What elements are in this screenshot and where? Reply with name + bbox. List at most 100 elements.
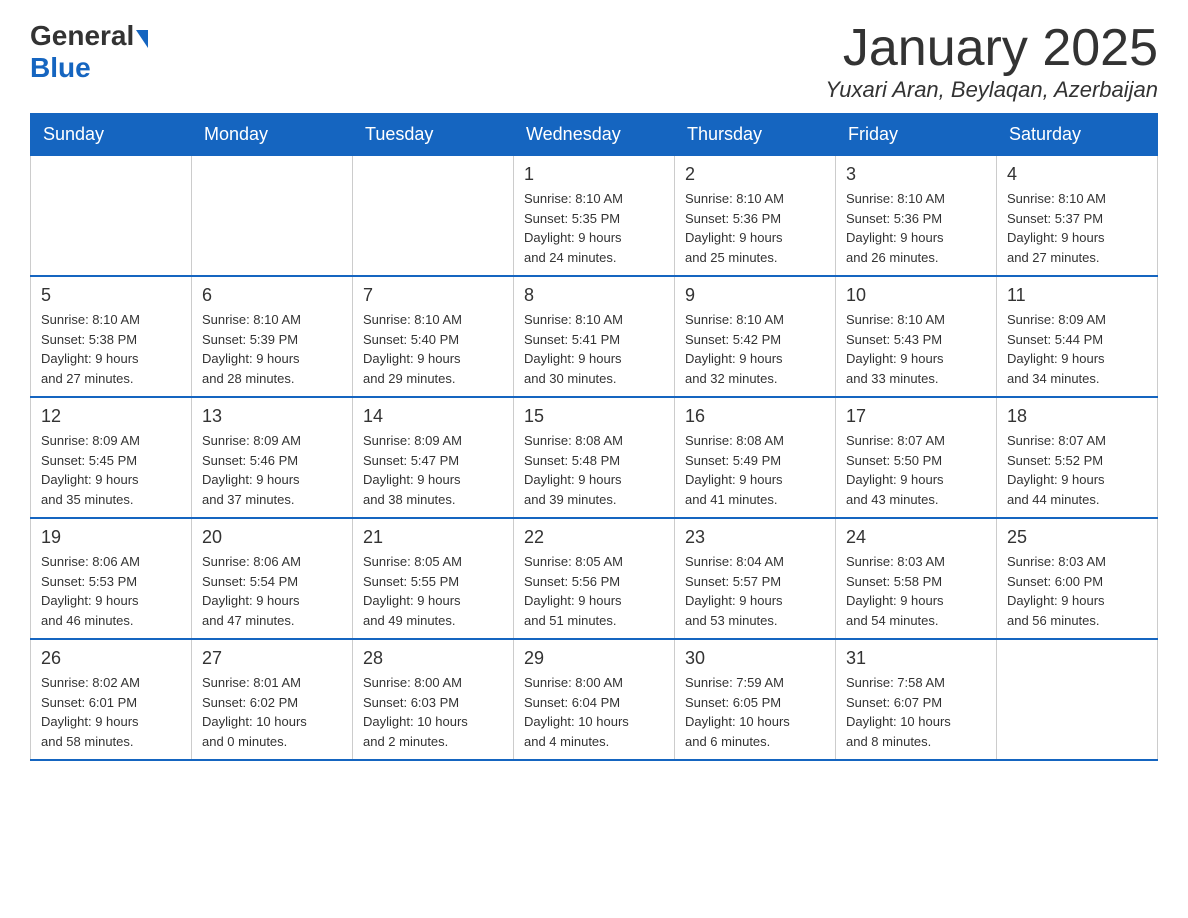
day-info: Sunrise: 8:09 AM Sunset: 5:46 PM Dayligh… (202, 431, 342, 509)
day-number: 21 (363, 527, 503, 548)
calendar-cell: 1 Sunrise: 8:10 AM Sunset: 5:35 PM Daylig… (514, 156, 675, 277)
day-number: 27 (202, 648, 342, 669)
day-info: Sunrise: 8:07 AM Sunset: 5:52 PM Dayligh… (1007, 431, 1147, 509)
calendar-cell: 29 Sunrise: 8:00 AM Sunset: 6:04 PM Dayli… (514, 639, 675, 760)
day-info: Sunrise: 8:00 AM Sunset: 6:04 PM Dayligh… (524, 673, 664, 751)
day-info: Sunrise: 8:09 AM Sunset: 5:47 PM Dayligh… (363, 431, 503, 509)
calendar-cell: 21 Sunrise: 8:05 AM Sunset: 5:55 PM Dayli… (353, 518, 514, 639)
day-info: Sunrise: 8:06 AM Sunset: 5:53 PM Dayligh… (41, 552, 181, 630)
calendar-cell: 5Sunrise: 8:10 AM Sunset: 5:38 PM Daylig… (31, 276, 192, 397)
calendar-week-1: 1 Sunrise: 8:10 AM Sunset: 5:35 PM Daylig… (31, 156, 1158, 277)
day-number: 11 (1007, 285, 1147, 306)
day-info: Sunrise: 8:00 AM Sunset: 6:03 PM Dayligh… (363, 673, 503, 751)
day-number: 9 (685, 285, 825, 306)
calendar-cell: 28 Sunrise: 8:00 AM Sunset: 6:03 PM Dayli… (353, 639, 514, 760)
day-info: Sunrise: 8:02 AM Sunset: 6:01 PM Dayligh… (41, 673, 181, 751)
day-number: 18 (1007, 406, 1147, 427)
calendar-cell (997, 639, 1158, 760)
calendar-subtitle: Yuxari Aran, Beylaqan, Azerbaijan (825, 77, 1158, 103)
logo-general-text: General (30, 20, 134, 52)
day-number: 26 (41, 648, 181, 669)
calendar-cell: 13 Sunrise: 8:09 AM Sunset: 5:46 PM Dayli… (192, 397, 353, 518)
day-header-friday: Friday (836, 114, 997, 156)
calendar-cell: 18 Sunrise: 8:07 AM Sunset: 5:52 PM Dayli… (997, 397, 1158, 518)
calendar-cell (192, 156, 353, 277)
calendar-cell: 15Sunrise: 8:08 AM Sunset: 5:48 PM Dayli… (514, 397, 675, 518)
day-info: Sunrise: 8:10 AM Sunset: 5:42 PM Dayligh… (685, 310, 825, 388)
calendar-cell: 10Sunrise: 8:10 AM Sunset: 5:43 PM Dayli… (836, 276, 997, 397)
calendar-cell: 12 Sunrise: 8:09 AM Sunset: 5:45 PM Dayli… (31, 397, 192, 518)
title-section: January 2025 Yuxari Aran, Beylaqan, Azer… (825, 20, 1158, 103)
day-number: 3 (846, 164, 986, 185)
calendar-cell: 31 Sunrise: 7:58 AM Sunset: 6:07 PM Dayli… (836, 639, 997, 760)
calendar-cell: 11 Sunrise: 8:09 AM Sunset: 5:44 PM Dayli… (997, 276, 1158, 397)
day-header-sunday: Sunday (31, 114, 192, 156)
calendar-cell: 4Sunrise: 8:10 AM Sunset: 5:37 PM Daylig… (997, 156, 1158, 277)
day-info: Sunrise: 8:10 AM Sunset: 5:41 PM Dayligh… (524, 310, 664, 388)
day-number: 24 (846, 527, 986, 548)
day-header-wednesday: Wednesday (514, 114, 675, 156)
calendar-cell: 24 Sunrise: 8:03 AM Sunset: 5:58 PM Dayli… (836, 518, 997, 639)
calendar-week-3: 12 Sunrise: 8:09 AM Sunset: 5:45 PM Dayli… (31, 397, 1158, 518)
day-number: 12 (41, 406, 181, 427)
calendar-cell: 22Sunrise: 8:05 AM Sunset: 5:56 PM Dayli… (514, 518, 675, 639)
calendar-cell: 20 Sunrise: 8:06 AM Sunset: 5:54 PM Dayli… (192, 518, 353, 639)
calendar-cell: 25 Sunrise: 8:03 AM Sunset: 6:00 PM Dayli… (997, 518, 1158, 639)
day-number: 7 (363, 285, 503, 306)
calendar-cell: 27 Sunrise: 8:01 AM Sunset: 6:02 PM Dayli… (192, 639, 353, 760)
calendar-cell: 26 Sunrise: 8:02 AM Sunset: 6:01 PM Dayli… (31, 639, 192, 760)
calendar-body: 1 Sunrise: 8:10 AM Sunset: 5:35 PM Daylig… (31, 156, 1158, 761)
day-info: Sunrise: 8:08 AM Sunset: 5:48 PM Dayligh… (524, 431, 664, 509)
day-number: 16 (685, 406, 825, 427)
calendar-cell: 3 Sunrise: 8:10 AM Sunset: 5:36 PM Daylig… (836, 156, 997, 277)
day-header-thursday: Thursday (675, 114, 836, 156)
day-info: Sunrise: 8:09 AM Sunset: 5:44 PM Dayligh… (1007, 310, 1147, 388)
day-header-saturday: Saturday (997, 114, 1158, 156)
calendar-header: SundayMondayTuesdayWednesdayThursdayFrid… (31, 114, 1158, 156)
day-info: Sunrise: 7:58 AM Sunset: 6:07 PM Dayligh… (846, 673, 986, 751)
day-number: 28 (363, 648, 503, 669)
day-number: 19 (41, 527, 181, 548)
calendar-week-5: 26 Sunrise: 8:02 AM Sunset: 6:01 PM Dayli… (31, 639, 1158, 760)
day-number: 1 (524, 164, 664, 185)
day-number: 14 (363, 406, 503, 427)
day-info: Sunrise: 8:09 AM Sunset: 5:45 PM Dayligh… (41, 431, 181, 509)
day-header-row: SundayMondayTuesdayWednesdayThursdayFrid… (31, 114, 1158, 156)
calendar-week-2: 5Sunrise: 8:10 AM Sunset: 5:38 PM Daylig… (31, 276, 1158, 397)
day-number: 31 (846, 648, 986, 669)
day-number: 13 (202, 406, 342, 427)
day-info: Sunrise: 8:06 AM Sunset: 5:54 PM Dayligh… (202, 552, 342, 630)
day-info: Sunrise: 8:08 AM Sunset: 5:49 PM Dayligh… (685, 431, 825, 509)
day-number: 6 (202, 285, 342, 306)
day-info: Sunrise: 8:03 AM Sunset: 5:58 PM Dayligh… (846, 552, 986, 630)
day-info: Sunrise: 8:03 AM Sunset: 6:00 PM Dayligh… (1007, 552, 1147, 630)
day-number: 4 (1007, 164, 1147, 185)
day-number: 22 (524, 527, 664, 548)
day-header-monday: Monday (192, 114, 353, 156)
day-info: Sunrise: 8:05 AM Sunset: 5:55 PM Dayligh… (363, 552, 503, 630)
calendar-cell: 17Sunrise: 8:07 AM Sunset: 5:50 PM Dayli… (836, 397, 997, 518)
day-number: 20 (202, 527, 342, 548)
day-info: Sunrise: 8:10 AM Sunset: 5:36 PM Dayligh… (685, 189, 825, 267)
calendar-cell: 14 Sunrise: 8:09 AM Sunset: 5:47 PM Dayli… (353, 397, 514, 518)
page-header: General Blue January 2025 Yuxari Aran, B… (30, 20, 1158, 103)
day-number: 23 (685, 527, 825, 548)
calendar-cell: 9 Sunrise: 8:10 AM Sunset: 5:42 PM Daylig… (675, 276, 836, 397)
calendar-week-4: 19 Sunrise: 8:06 AM Sunset: 5:53 PM Dayli… (31, 518, 1158, 639)
day-number: 8 (524, 285, 664, 306)
calendar-cell: 2Sunrise: 8:10 AM Sunset: 5:36 PM Daylig… (675, 156, 836, 277)
calendar-cell: 16 Sunrise: 8:08 AM Sunset: 5:49 PM Dayli… (675, 397, 836, 518)
day-number: 25 (1007, 527, 1147, 548)
logo-general: General (30, 20, 148, 52)
day-info: Sunrise: 8:10 AM Sunset: 5:36 PM Dayligh… (846, 189, 986, 267)
day-info: Sunrise: 8:10 AM Sunset: 5:35 PM Dayligh… (524, 189, 664, 267)
calendar-cell: 8 Sunrise: 8:10 AM Sunset: 5:41 PM Daylig… (514, 276, 675, 397)
day-number: 30 (685, 648, 825, 669)
day-info: Sunrise: 8:01 AM Sunset: 6:02 PM Dayligh… (202, 673, 342, 751)
day-info: Sunrise: 8:10 AM Sunset: 5:43 PM Dayligh… (846, 310, 986, 388)
day-info: Sunrise: 8:07 AM Sunset: 5:50 PM Dayligh… (846, 431, 986, 509)
day-header-tuesday: Tuesday (353, 114, 514, 156)
logo-blue-text: Blue (30, 52, 91, 84)
day-info: Sunrise: 8:10 AM Sunset: 5:39 PM Dayligh… (202, 310, 342, 388)
day-number: 29 (524, 648, 664, 669)
